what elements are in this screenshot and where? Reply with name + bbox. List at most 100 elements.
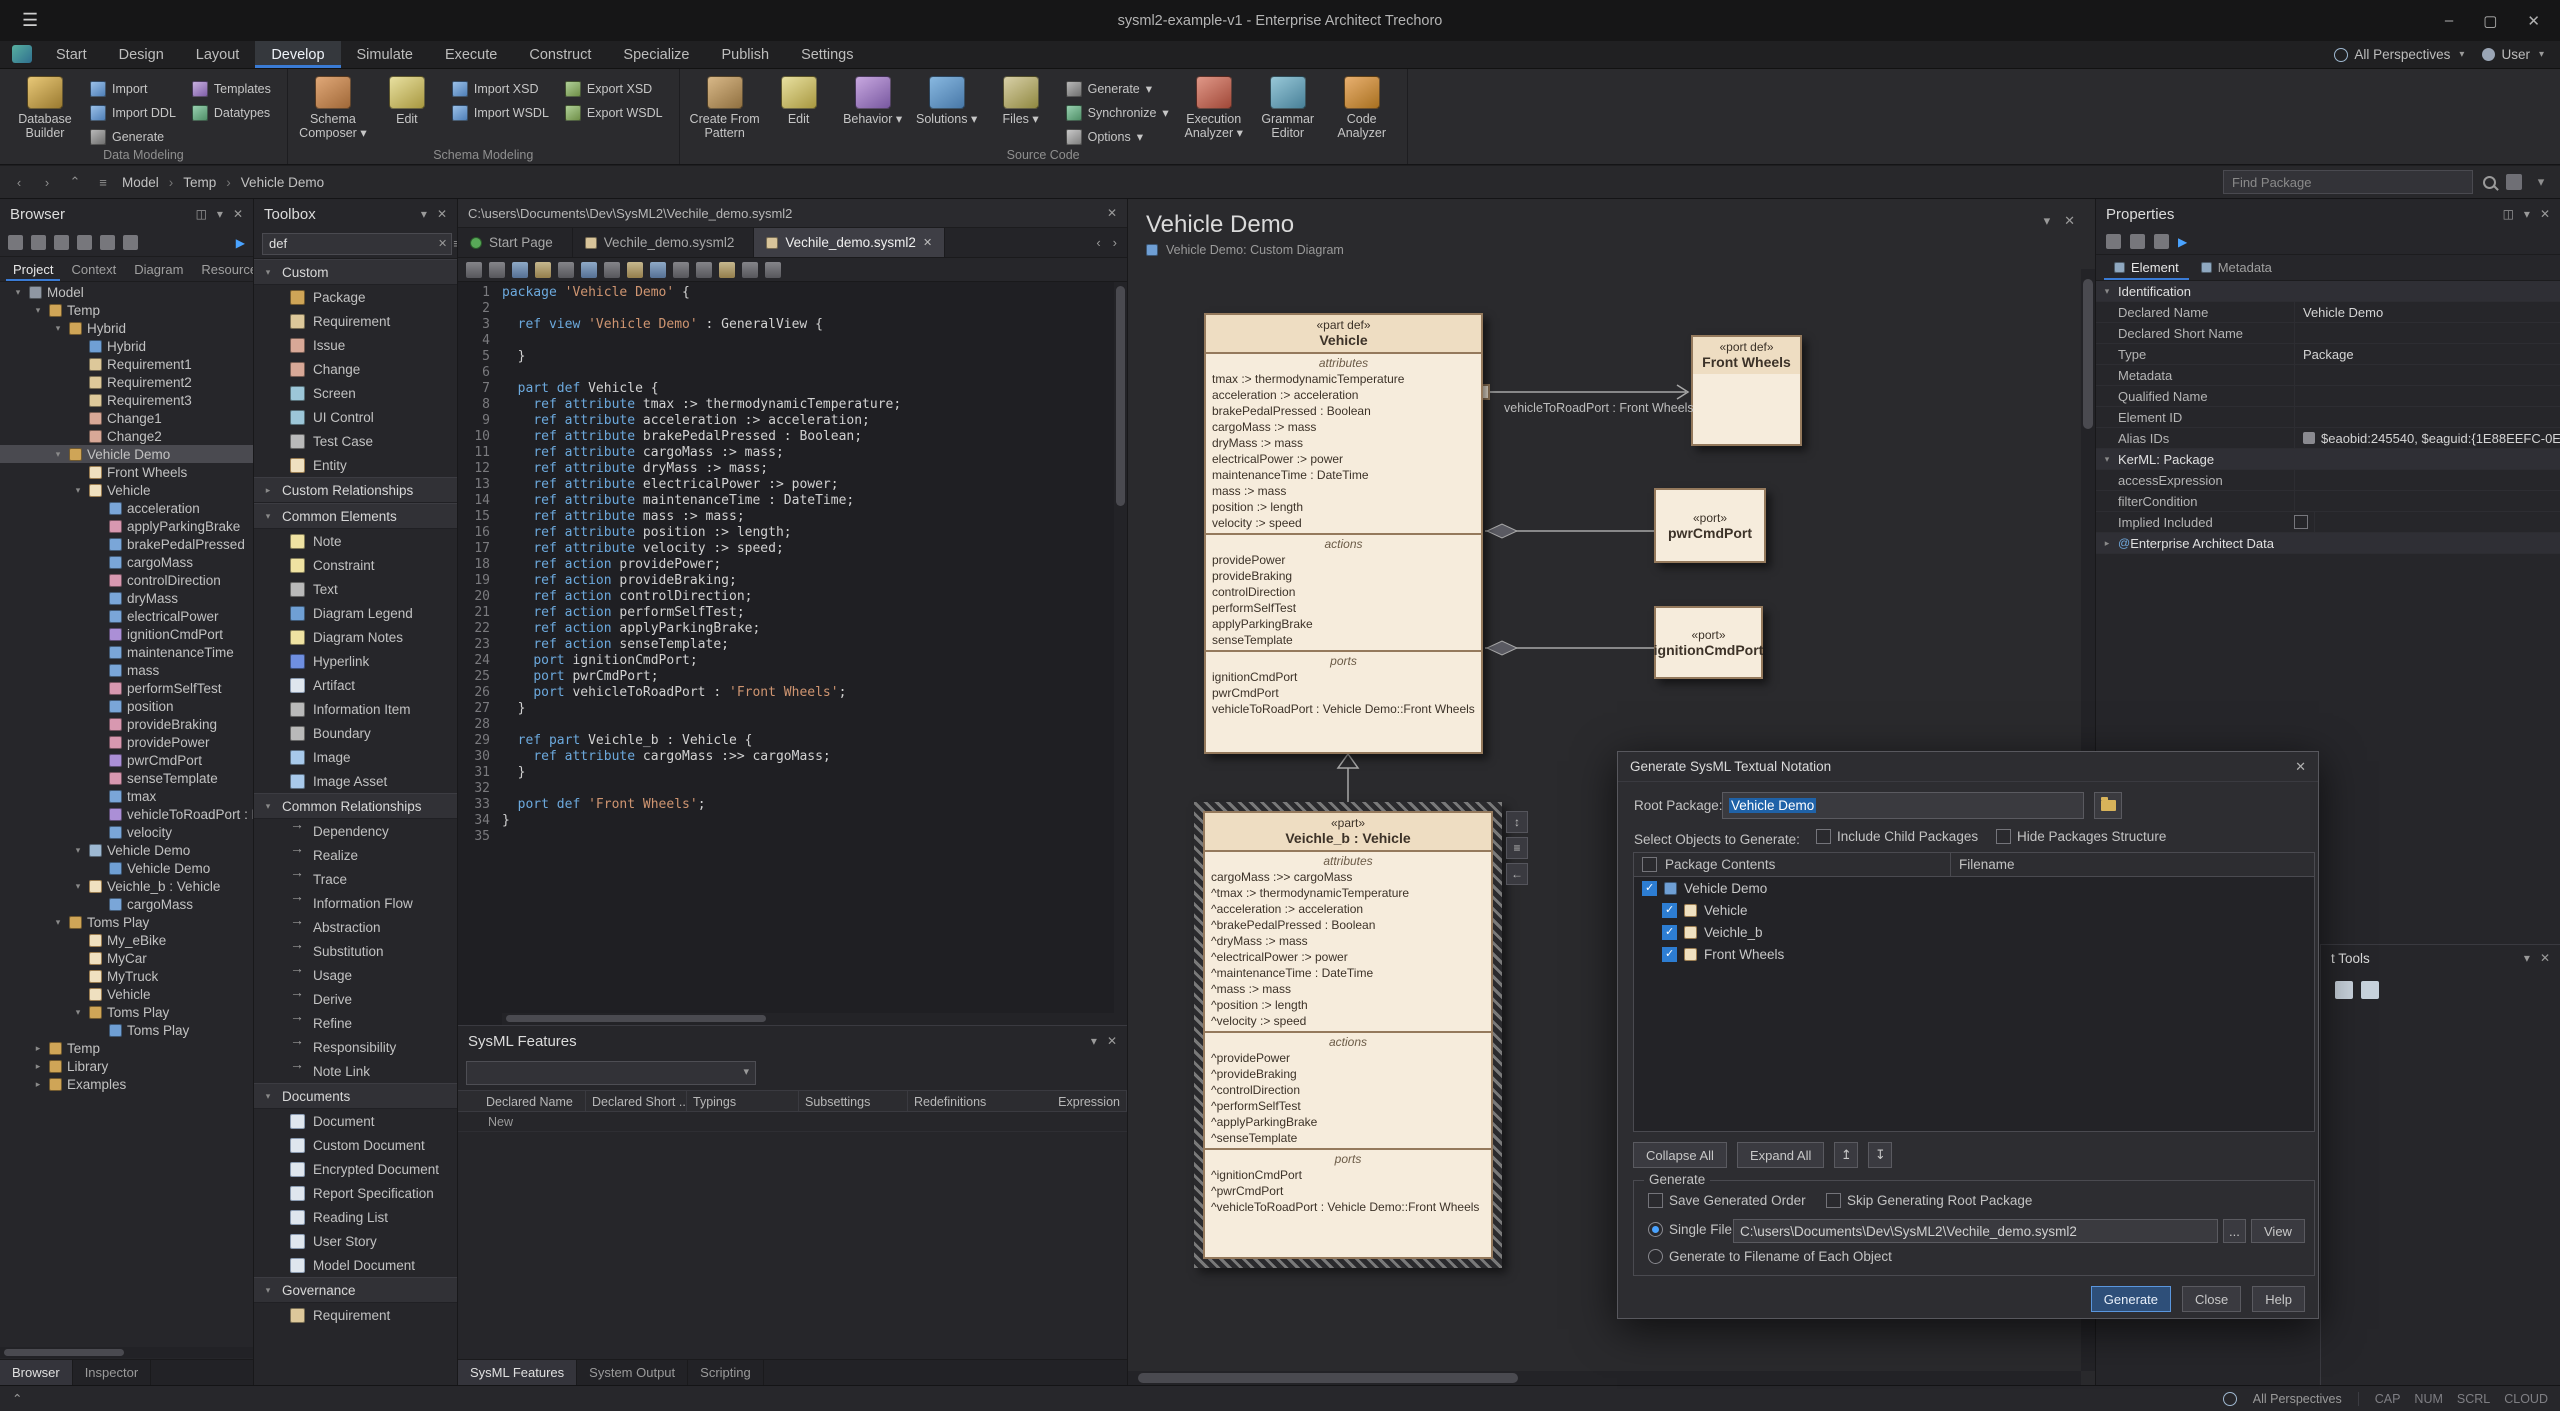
dock-icon[interactable]: ◫ [196, 207, 207, 221]
tree-item[interactable]: ignitionCmdPort [0, 625, 253, 643]
tree-item[interactable]: Requirement1 [0, 355, 253, 373]
toolbox-item[interactable]: Usage [254, 963, 457, 987]
close-icon[interactable]: ✕ [2540, 207, 2550, 221]
action-row[interactable]: senseTemplate [1206, 632, 1481, 648]
property-value[interactable]: Package [2294, 344, 2560, 364]
move-down-icon[interactable] [77, 235, 92, 250]
ribbon-big-button[interactable]: Edit [762, 72, 836, 142]
property-row[interactable]: Element ID [2096, 407, 2560, 428]
tree-item[interactable]: MyCar [0, 949, 253, 967]
ribbon-big-button[interactable]: Create From Pattern [688, 72, 762, 142]
action-row[interactable]: performSelfTest [1206, 600, 1481, 616]
ribbon-small-button[interactable]: Import WSDL [448, 103, 553, 122]
toolbox-item[interactable]: Requirement [254, 309, 457, 333]
column-header[interactable]: Declared Name [480, 1091, 586, 1111]
ribbon-tab[interactable]: Start [40, 41, 103, 68]
property-value[interactable] [2294, 470, 2560, 490]
toolbox-item[interactable]: Constraint [254, 553, 457, 577]
new-diagram-icon[interactable] [31, 235, 46, 250]
tree-item[interactable]: Change2 [0, 427, 253, 445]
tree-item[interactable]: acceleration [0, 499, 253, 517]
ribbon-small-button[interactable]: Generate [86, 127, 180, 146]
toolbar-icon[interactable] [558, 262, 574, 278]
statusbar-perspectives[interactable]: All Perspectives [2253, 1392, 2342, 1406]
expand-up-icon[interactable]: ⌃ [12, 1391, 22, 1406]
feature-filter-dropdown[interactable] [466, 1061, 756, 1085]
ribbon-tab[interactable]: Settings [785, 41, 869, 68]
tree-item[interactable]: ▾ Vehicle [0, 481, 253, 499]
code-area[interactable]: 1 package 'Vehicle Demo' { 2 3 ref view … [458, 282, 1114, 1025]
checkbox[interactable] [2294, 515, 2308, 529]
code-line[interactable]: 22 ref action applyParkingBrake; [458, 621, 1114, 637]
tree-item[interactable]: Vehicle Demo [0, 859, 253, 877]
chevron-down-icon[interactable]: ▾ [1091, 1034, 1097, 1048]
browse-package-button[interactable] [2094, 792, 2122, 819]
clear-icon[interactable]: ✕ [438, 237, 447, 250]
close-button[interactable]: ✕ [2527, 12, 2540, 30]
tree-item[interactable]: ▾ Hybrid [0, 319, 253, 337]
quicklink-resize-icon[interactable]: ↕ [1506, 811, 1528, 833]
code-line[interactable]: 24 port ignitionCmdPort; [458, 653, 1114, 669]
property-value[interactable] [2294, 386, 2560, 406]
tree-item[interactable]: maintenanceTime [0, 643, 253, 661]
browser-tab[interactable]: Project [6, 257, 60, 281]
list-view-icon[interactable] [2106, 234, 2121, 249]
tree-item[interactable]: brakePedalPressed [0, 535, 253, 553]
attribute-row[interactable]: electricalPower :> power [1206, 451, 1481, 467]
tree-item[interactable]: controlDirection [0, 571, 253, 589]
expander-icon[interactable]: ▸ [2096, 538, 2118, 549]
attribute-row[interactable]: ^maintenanceTime : DateTime [1205, 965, 1491, 981]
tree-item[interactable]: Front Wheels [0, 463, 253, 481]
expander-icon[interactable]: ▸ [32, 1043, 44, 1054]
nav-forward-icon[interactable]: › [38, 175, 56, 190]
property-value[interactable] [2294, 365, 2560, 385]
code-line[interactable]: 20 ref action controlDirection; [458, 589, 1114, 605]
attribute-row[interactable]: acceleration :> acceleration [1206, 387, 1481, 403]
document-tool-icon[interactable] [2335, 981, 2353, 999]
toolbar-icon[interactable] [535, 262, 551, 278]
ribbon-tab[interactable]: Design [103, 41, 180, 68]
ribbon-small-button[interactable]: Generate ▾ [1062, 79, 1173, 98]
attribute-row[interactable]: ^tmax :> thermodynamicTemperature [1205, 885, 1491, 901]
grid-view-icon[interactable] [2130, 234, 2145, 249]
code-line[interactable]: 26 port vehicleToRoadPort : 'Front Wheel… [458, 685, 1114, 701]
windows-icon[interactable] [2506, 174, 2522, 190]
breadcrumb-item[interactable]: Vehicle Demo [216, 175, 324, 190]
toolbox-item[interactable]: Note [254, 529, 457, 553]
code-line[interactable]: 7 part def Vehicle { [458, 381, 1114, 397]
attribute-row[interactable]: ^velocity :> speed [1205, 1013, 1491, 1029]
expander-icon[interactable]: ▾ [2096, 454, 2118, 465]
toolbox-item[interactable]: ▾ Common Relationships [254, 793, 457, 819]
nav-back-icon[interactable]: ‹ [10, 175, 28, 190]
tree-item[interactable]: performSelfTest [0, 679, 253, 697]
toolbox-item[interactable]: Dependency [254, 819, 457, 843]
toolbox-item[interactable]: Issue [254, 333, 457, 357]
quicklink-connect-icon[interactable]: ← [1506, 863, 1528, 885]
property-row[interactable]: Alias IDs $eaobid:245540, $eaguid:{1E88E… [2096, 428, 2560, 449]
port-row[interactable]: vehicleToRoadPort : Vehicle Demo::Front … [1206, 701, 1481, 717]
single-file-radio[interactable]: Single File: [1648, 1222, 1736, 1237]
ribbon-big-button[interactable]: Code Analyzer [1325, 72, 1399, 142]
tree-item[interactable]: cargoMass [0, 553, 253, 571]
toolbox-item[interactable]: Change [254, 357, 457, 381]
code-line[interactable]: 2 [458, 301, 1114, 317]
chevron-down-icon[interactable]: ▾ [2524, 207, 2530, 221]
ribbon-tab[interactable]: Construct [513, 41, 607, 68]
ribbon-big-button[interactable]: Grammar Editor [1251, 72, 1325, 142]
front-wheels-node[interactable]: «port def» Front Wheels [1691, 335, 1802, 446]
close-icon[interactable]: ✕ [233, 207, 243, 221]
code-line[interactable]: 32 [458, 781, 1114, 797]
column-header[interactable]: Declared Short ... [586, 1091, 687, 1111]
toolbox-item[interactable]: Test Case [254, 429, 457, 453]
select-all-checkbox[interactable] [1642, 857, 1657, 872]
code-line[interactable]: 1 package 'Vehicle Demo' { [458, 285, 1114, 301]
toolbox-item[interactable]: Boundary [254, 721, 457, 745]
toolbar-icon[interactable] [719, 262, 735, 278]
attribute-row[interactable]: cargoMass :> mass [1206, 419, 1481, 435]
code-line[interactable]: 21 ref action performSelfTest; [458, 605, 1114, 621]
property-row[interactable]: Implied Included [2096, 512, 2560, 533]
ribbon-tab[interactable]: Publish [706, 41, 786, 68]
toolbox-item[interactable]: Entity [254, 453, 457, 477]
dock-tab[interactable]: System Output [577, 1360, 688, 1385]
property-row[interactable]: ▾ Identification [2096, 281, 2560, 302]
